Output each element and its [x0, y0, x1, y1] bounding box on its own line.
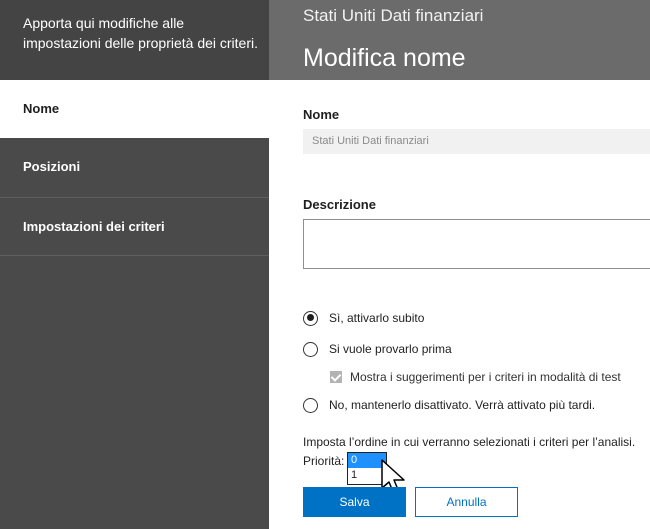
radio-test-first-label: Si vuole provarlo prima	[329, 342, 452, 356]
radio-keep-off-button[interactable]	[303, 397, 318, 413]
name-field[interactable]	[303, 129, 650, 154]
sidebar-item-nome[interactable]: Nome	[0, 80, 269, 138]
page-title: Modifica nome	[303, 44, 466, 72]
radio-activate-now[interactable]: Sì, attivarlo subito	[303, 308, 424, 328]
cancel-button[interactable]: Annulla	[415, 487, 518, 517]
sidebar-item-posizioni[interactable]: Posizioni	[0, 138, 269, 198]
test-tips-checkbox[interactable]	[330, 371, 342, 383]
priority-order-text: Imposta l’ordine in cui verranno selezio…	[303, 435, 636, 449]
test-tips-checkbox-row[interactable]: Mostra i suggerimenti per i criteri in m…	[330, 369, 621, 385]
sidebar-intro: Apporta qui modifiche alle impostazioni …	[0, 0, 269, 80]
page-header: Stati Uniti Dati finanziari Modifica nom…	[269, 0, 650, 80]
sidebar-intro-text: Apporta qui modifiche alle impostazioni …	[23, 15, 258, 51]
priority-label: Priorità:	[303, 454, 345, 468]
radio-test-first[interactable]: Si vuole provarlo prima	[303, 339, 452, 359]
radio-keep-off-label: No, mantenerlo disattivato. Verrà attiva…	[329, 398, 596, 412]
sidebar-item-impostazioni-criteri[interactable]: Impostazioni dei criteri	[0, 198, 269, 256]
priority-option-1[interactable]: 1	[348, 468, 386, 483]
radio-keep-off[interactable]: No, mantenerlo disattivato. Verrà attiva…	[303, 395, 595, 415]
save-button[interactable]: Salva	[303, 487, 406, 517]
test-tips-checkbox-label: Mostra i suggerimenti per i criteri in m…	[350, 370, 621, 384]
radio-activate-now-button[interactable]	[303, 310, 318, 326]
priority-listbox[interactable]: 0 1	[347, 452, 387, 485]
description-label: Descrizione	[303, 197, 376, 212]
description-field[interactable]	[303, 219, 650, 269]
policy-subtitle: Stati Uniti Dati finanziari	[303, 6, 484, 25]
priority-option-0[interactable]: 0	[348, 453, 386, 468]
radio-test-first-button[interactable]	[303, 341, 318, 357]
radio-activate-now-label: Sì, attivarlo subito	[329, 311, 425, 325]
sidebar: Apporta qui modifiche alle impostazioni …	[0, 0, 269, 529]
name-label: Nome	[303, 107, 340, 122]
